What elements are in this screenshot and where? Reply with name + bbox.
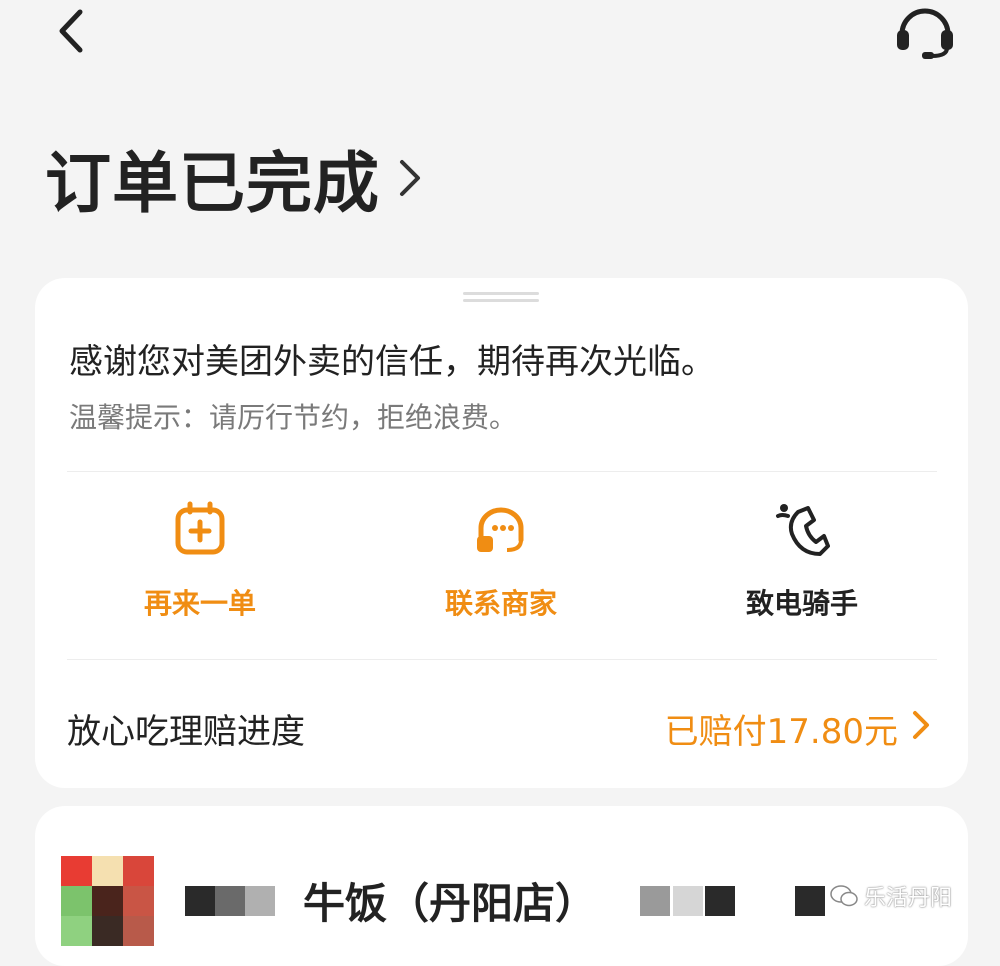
page-title: 订单已完成 xyxy=(45,145,380,222)
claim-status: 已赔付17.80元 xyxy=(664,712,898,752)
divider xyxy=(67,659,937,660)
reorder-label: 再来一单 xyxy=(143,587,256,620)
drag-handle[interactable] xyxy=(463,292,539,302)
watermark-text: 乐活丹阳 xyxy=(864,886,953,911)
divider xyxy=(67,471,937,472)
redaction-block xyxy=(673,886,703,916)
watermark: 乐活丹阳 xyxy=(830,880,952,912)
claim-progress-label: 放心吃理赔进度 xyxy=(67,712,305,752)
phone-icon xyxy=(776,504,830,556)
redaction-block xyxy=(245,886,275,916)
redaction-block xyxy=(640,886,670,916)
call-rider-label: 致电骑手 xyxy=(745,587,858,620)
customer-service-button[interactable] xyxy=(890,0,960,62)
claim-progress-row[interactable]: 放心吃理赔进度 已赔付17.80元 xyxy=(35,678,968,774)
wechat-icon xyxy=(830,885,858,907)
redaction-block xyxy=(215,886,245,916)
redaction-block xyxy=(185,886,215,916)
chevron-right-icon xyxy=(400,160,420,196)
merchant-chat-icon xyxy=(477,507,524,552)
thanks-message: 感谢您对美团外卖的信任，期待再次光临。 xyxy=(69,342,715,382)
call-rider-button[interactable]: 致电骑手 xyxy=(702,500,902,622)
order-card: 感谢您对美团外卖的信任，期待再次光临。 温馨提示：请厉行节约，拒绝浪费。 再来一… xyxy=(35,278,968,788)
headset-icon xyxy=(897,8,953,59)
contact-merchant-button[interactable]: 联系商家 xyxy=(401,500,601,622)
redaction-block xyxy=(795,886,825,916)
store-name: 牛饭（丹阳店） xyxy=(303,879,598,928)
contact-merchant-label: 联系商家 xyxy=(444,587,557,620)
store-card[interactable]: 牛饭（丹阳店） xyxy=(35,806,968,966)
reorder-icon xyxy=(175,501,225,555)
store-logo xyxy=(61,856,154,946)
reorder-button[interactable]: 再来一单 xyxy=(100,500,300,622)
order-status-link[interactable]: 订单已完成 xyxy=(45,138,424,222)
back-button[interactable] xyxy=(48,6,98,56)
redaction-block xyxy=(705,886,735,916)
chevron-left-icon xyxy=(59,9,83,53)
chevron-right-icon xyxy=(913,711,929,739)
tip-message: 温馨提示：请厉行节约，拒绝浪费。 xyxy=(69,401,518,434)
